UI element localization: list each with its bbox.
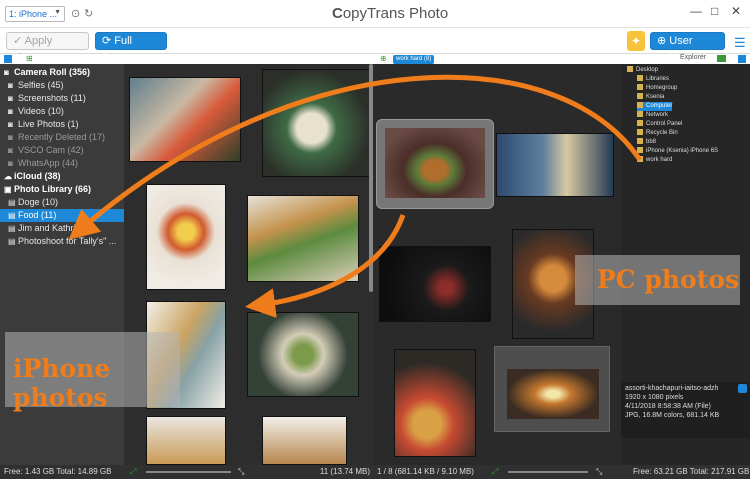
pc-photos-callout: PC photos <box>575 255 740 305</box>
left-free-space: Free: 1.43 GB Total: 14.89 GB <box>4 467 112 476</box>
iphone-photos-label: iPhone photos <box>13 354 111 412</box>
copytrans-photo-window: 1: iPhone ... ▼ ⊙ ↻ CopyTrans Photo — □ … <box>0 0 750 479</box>
pc-photos-label: PC photos <box>597 265 740 294</box>
annotation-arrows <box>68 74 643 319</box>
expand-icon[interactable]: ⤡ <box>596 465 602 479</box>
right-photo-count: 1 / 8 (681.14 KB / 9.10 MB) <box>377 467 474 476</box>
arrow-iphone-to-pc <box>245 214 406 319</box>
right-free-space: Free: 63.21 GB Total: 217.91 GB <box>633 467 750 476</box>
zoom-out-icon[interactable]: ⤢ <box>492 465 498 479</box>
right-status: Free: 63.21 GB Total: 217.91 GB <box>621 465 750 479</box>
zoom-slider[interactable] <box>146 471 231 473</box>
iphone-photos-callout: iPhone photos <box>5 332 180 412</box>
expand-icon[interactable]: ⤡ <box>238 465 244 479</box>
zoom-out-icon[interactable]: ⤢ <box>130 465 136 479</box>
arrow-pc-to-iphone <box>68 74 643 240</box>
left-photo-count: 11 (13.74 MB) <box>319 467 370 476</box>
left-status: Free: 1.43 GB Total: 14.89 GB <box>0 465 124 479</box>
right-gallery-status: 1 / 8 (681.14 KB / 9.10 MB) ⤢ ⤡ <box>374 465 621 479</box>
zoom-slider[interactable] <box>508 471 588 473</box>
left-gallery-status: ⤢ ⤡ 11 (13.74 MB) <box>124 465 374 479</box>
